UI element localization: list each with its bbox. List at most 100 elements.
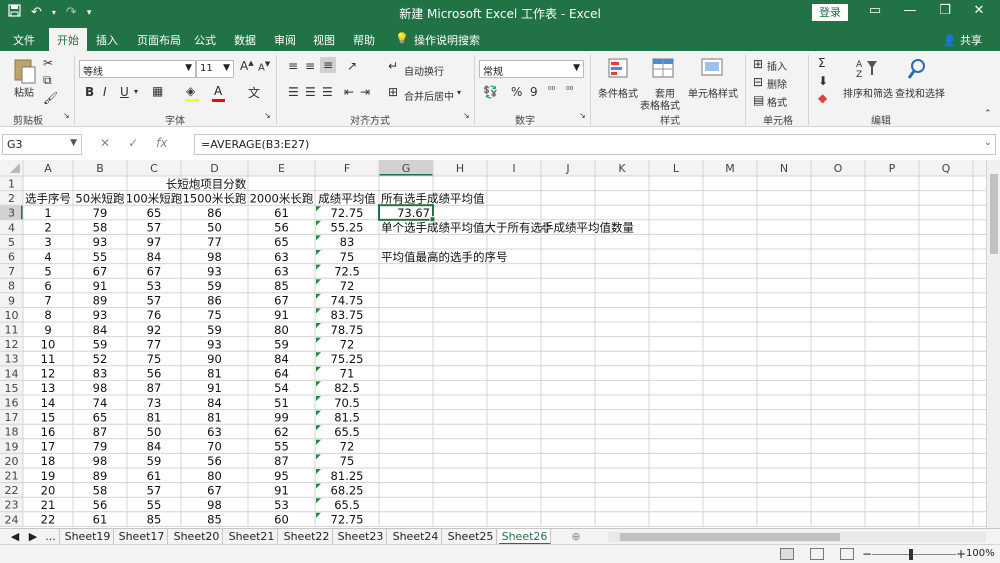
clear-icon[interactable]: ◆ [818, 91, 827, 105]
align-top-icon[interactable]: ≡ [288, 59, 298, 73]
add-sheet-icon[interactable]: ⊕ [568, 529, 584, 545]
dialog-launcher-icon[interactable]: ↘ [579, 111, 586, 120]
cell-styles-button[interactable]: 单元格样式 [688, 85, 738, 100]
formula-input[interactable]: =AVERAGE(B3:E27) [194, 134, 996, 155]
conditional-formatting-icon[interactable] [607, 57, 633, 81]
worksheet-grid[interactable]: A B C D E F G H I J K L M N O P Q 1 2 3 4 5 6 7 8 9 10 11 12 13 14 15 16… [0, 160, 990, 528]
normal-view-icon[interactable] [780, 548, 794, 560]
format-painter-icon[interactable]: 🖌 [43, 91, 58, 105]
dialog-launcher-icon[interactable]: ↘ [463, 111, 470, 120]
insert-function-icon[interactable]: fx [156, 136, 167, 150]
sort-filter-icon[interactable]: AZ [855, 57, 881, 81]
page-layout-view-icon[interactable] [810, 548, 824, 560]
tab-review[interactable]: 审阅 [274, 32, 296, 48]
zoom-slider[interactable] [872, 554, 956, 555]
zoom-level[interactable]: 100% [966, 548, 995, 559]
tab-insert[interactable]: 插入 [96, 32, 118, 48]
find-select-button[interactable]: 查找和选择 [895, 85, 945, 100]
format-as-table-icon[interactable] [651, 57, 677, 81]
borders-icon[interactable]: ▦ [152, 84, 163, 98]
dialog-launcher-icon[interactable]: ↘ [264, 111, 271, 120]
tab-formulas[interactable]: 公式 [194, 32, 216, 48]
align-right-icon[interactable]: ☰ [322, 85, 333, 99]
delete-cells-icon[interactable]: ⊟ [753, 75, 763, 89]
format-cells-icon[interactable]: ▤ [753, 93, 764, 107]
scroll-thumb[interactable] [990, 174, 998, 254]
tab-help[interactable]: 帮助 [353, 32, 375, 48]
tab-view[interactable]: 视图 [313, 32, 335, 48]
bold-button[interactable]: B [85, 85, 94, 99]
zoom-in-icon[interactable]: + [956, 547, 966, 561]
percent-button[interactable]: % [511, 85, 522, 99]
ribbon-display-icon[interactable]: ▭ [864, 3, 886, 18]
decrease-decimal-icon[interactable]: ⁰⁰ [566, 86, 573, 96]
autosum-icon[interactable]: Σ [818, 56, 826, 70]
fill-icon[interactable]: ⬇ [818, 74, 828, 88]
align-left-icon[interactable]: ☰ [288, 85, 299, 99]
cancel-icon[interactable]: ✕ [100, 136, 110, 150]
sort-filter-button[interactable]: 排序和筛选 [843, 85, 893, 100]
copy-icon[interactable]: ⧉ [43, 73, 52, 88]
restore-icon[interactable]: ❐ [934, 3, 956, 18]
increase-font-icon[interactable]: A▲ [240, 59, 254, 73]
insert-cells-icon[interactable]: ⊞ [753, 57, 763, 71]
collapse-ribbon-icon[interactable]: ⌃ [984, 109, 992, 119]
chevron-down-icon[interactable]: ▾ [134, 87, 138, 96]
fill-color-icon[interactable]: ◈ [186, 84, 195, 98]
login-button[interactable]: 登录 [812, 4, 848, 21]
italic-button[interactable]: I [103, 85, 107, 99]
tab-file[interactable]: 文件 [13, 32, 35, 48]
enter-icon[interactable]: ✓ [128, 136, 138, 150]
zoom-out-icon[interactable]: − [862, 547, 872, 561]
share-button[interactable]: 👤 共享 [943, 32, 982, 48]
number-format-combo[interactable]: 常规 ▼ [479, 60, 584, 78]
sheet-tab[interactable]: Sheet25 [445, 529, 497, 545]
decrease-font-icon[interactable]: A▼ [258, 60, 270, 73]
sheet-tab-active[interactable]: Sheet26 [499, 529, 551, 545]
merge-center-button[interactable]: 合并后居中 [404, 88, 454, 103]
sheet-tab[interactable]: Sheet23 [335, 529, 387, 545]
format-as-table-line2[interactable]: 表格格式 [640, 97, 680, 112]
zoom-slider-knob[interactable] [909, 549, 913, 560]
format-cells-button[interactable]: 格式 [767, 94, 787, 109]
sheet-tab-more[interactable]: ... [42, 529, 60, 545]
decrease-indent-icon[interactable]: ⇤ [344, 85, 354, 99]
increase-decimal-icon[interactable]: ⁰⁰ [548, 86, 555, 96]
underline-button[interactable]: U [120, 85, 129, 99]
sheet-tab[interactable]: Sheet21 [226, 529, 278, 545]
tab-home[interactable]: 开始 [49, 28, 87, 51]
delete-cells-button[interactable]: 删除 [767, 76, 787, 91]
sheet-tab[interactable]: Sheet20 [171, 529, 223, 545]
merge-center-icon[interactable]: ⊞ [388, 85, 398, 99]
phonetic-icon[interactable]: 文 [248, 84, 260, 101]
find-select-icon[interactable] [906, 57, 932, 81]
horizontal-scrollbar[interactable] [608, 532, 986, 542]
sheet-tab[interactable]: Sheet22 [281, 529, 333, 545]
next-sheet-icon[interactable]: ▶ [26, 529, 40, 545]
currency-icon[interactable]: 💱 [483, 85, 498, 99]
page-break-view-icon[interactable] [840, 548, 854, 560]
wrap-text-icon[interactable]: ↵ [388, 59, 398, 73]
sheet-tab[interactable]: Sheet17 [116, 529, 168, 545]
align-center-icon[interactable]: ☰ [305, 85, 316, 99]
dialog-launcher-icon[interactable]: ↘ [63, 111, 70, 120]
increase-indent-icon[interactable]: ⇥ [360, 85, 370, 99]
tab-data[interactable]: 数据 [234, 32, 256, 48]
cell-styles-icon[interactable] [700, 57, 726, 81]
name-box[interactable]: G3 ▼ [2, 134, 82, 155]
font-name-combo[interactable]: 等线 ▼ [79, 60, 196, 78]
align-bottom-icon[interactable]: ≡ [320, 57, 337, 73]
scroll-thumb[interactable] [620, 533, 840, 541]
wrap-text-button[interactable]: 自动换行 [404, 63, 444, 78]
font-color-icon[interactable]: A [214, 84, 222, 98]
paste-icon[interactable] [12, 57, 38, 84]
align-middle-icon[interactable]: ≡ [305, 59, 315, 73]
font-size-combo[interactable]: 11 ▼ [196, 60, 234, 78]
insert-cells-button[interactable]: 插入 [767, 58, 787, 73]
tell-me-search[interactable]: 操作说明搜索 [414, 32, 480, 48]
close-icon[interactable]: ✕ [968, 3, 990, 18]
tab-page-layout[interactable]: 页面布局 [137, 32, 181, 48]
cut-icon[interactable]: ✂ [43, 56, 53, 70]
comma-button[interactable]: 9 [530, 85, 538, 99]
chevron-down-icon[interactable]: ▾ [457, 88, 461, 97]
